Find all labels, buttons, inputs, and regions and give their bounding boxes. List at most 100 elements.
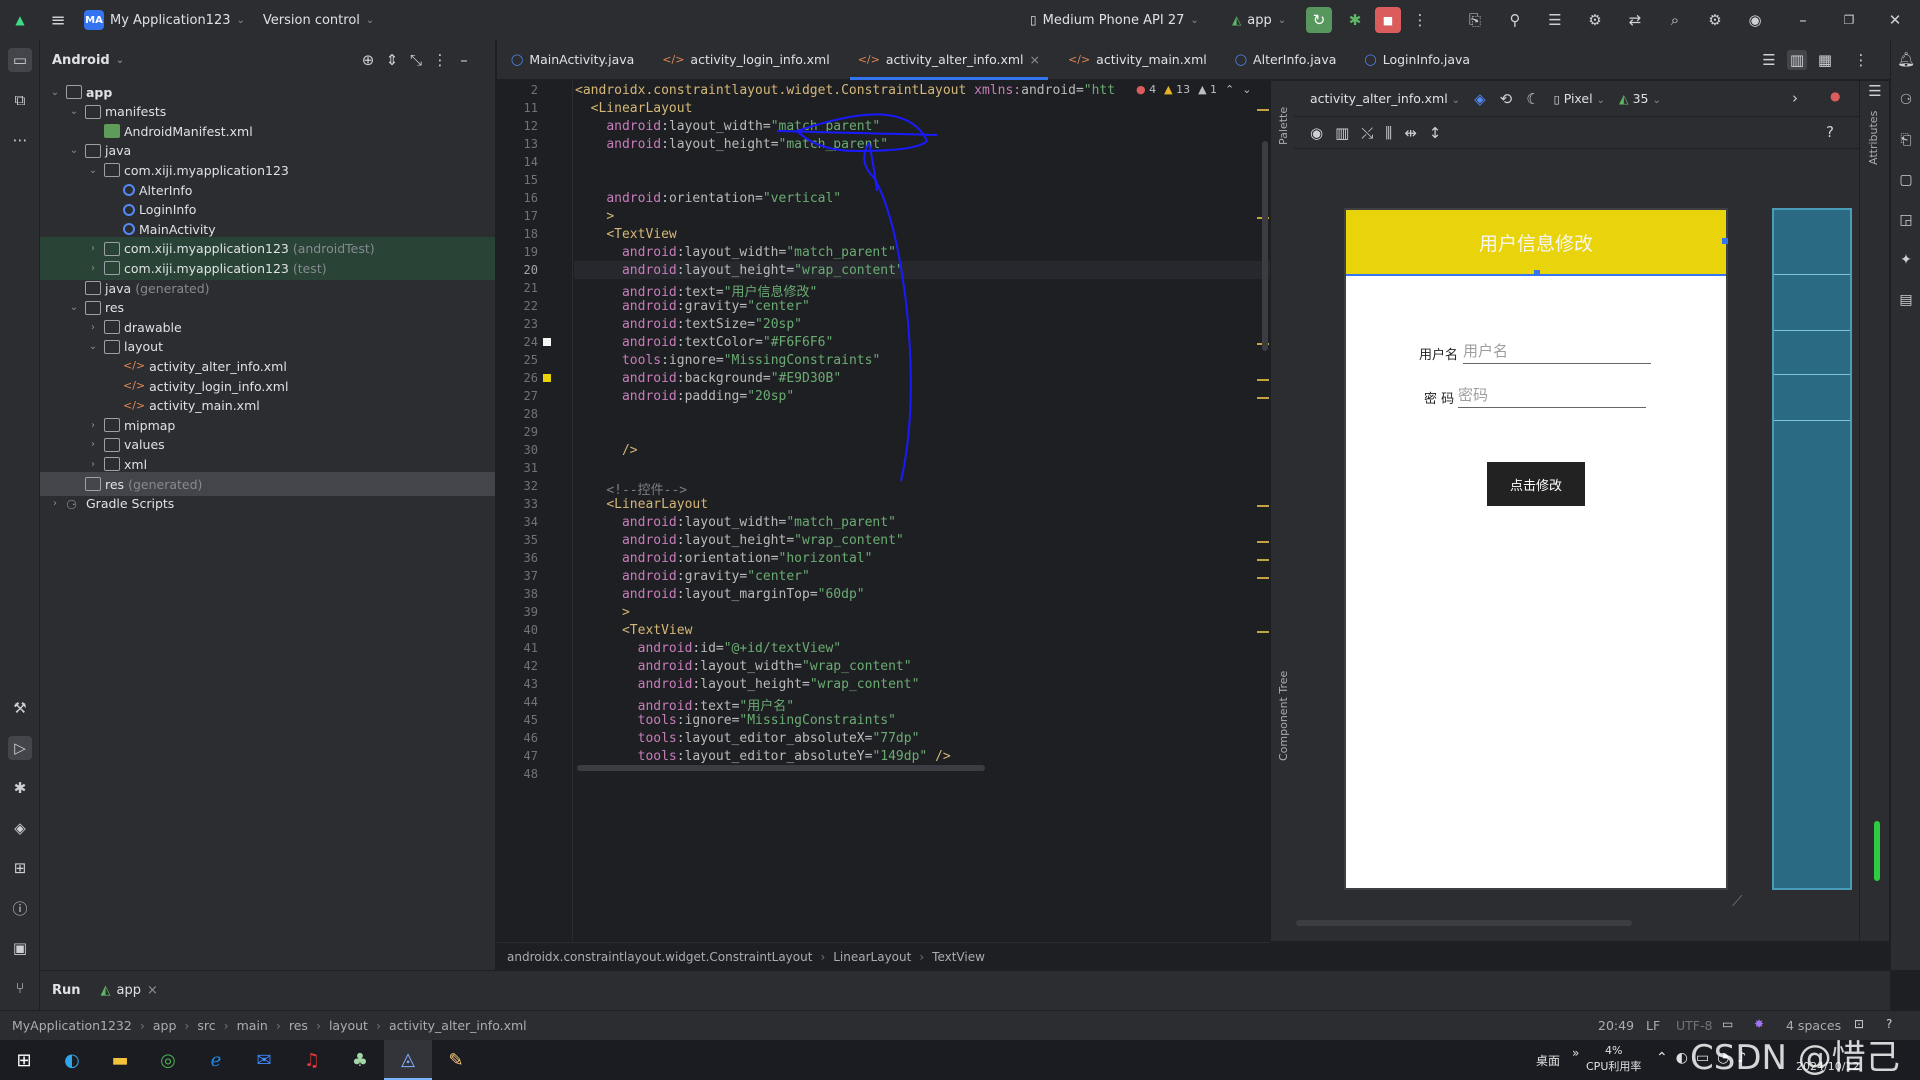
account-icon[interactable]: ◉: [1742, 7, 1768, 33]
code-line[interactable]: android:text="用户名": [575, 695, 794, 714]
hide-panel-icon[interactable]: –: [454, 50, 474, 70]
gear-icon[interactable]: ⚙: [1702, 7, 1728, 33]
build-icon[interactable]: ⚒: [8, 696, 32, 720]
run-tool-icon[interactable]: ▷: [8, 736, 32, 760]
windows-start-icon[interactable]: ⊞: [0, 1040, 48, 1080]
chevron-down-icon[interactable]: ⌄: [86, 341, 100, 352]
editor-tab[interactable]: ◯ LoginInfo.java: [1350, 40, 1484, 80]
stop-icon[interactable]: ■: [1375, 7, 1401, 33]
preview-header[interactable]: 用户信息修改: [1346, 210, 1726, 276]
code-editor[interactable]: 2 11 12 13 14 15 16 17 18 19 20 21 22 23 24 25 26 27 28 29 3…: [497, 81, 1270, 941]
component-tree-tab[interactable]: Component Tree: [1277, 671, 1290, 761]
restore-icon[interactable]: ❐: [1836, 7, 1862, 33]
chevron-right-icon[interactable]: ›: [86, 243, 100, 254]
chrome-icon[interactable]: ◎: [144, 1040, 192, 1080]
orientation-icon[interactable]: ⟲: [1500, 90, 1513, 108]
selection-handle[interactable]: [1722, 238, 1728, 244]
locate-icon[interactable]: ⊕: [358, 50, 378, 70]
sdk-icon[interactable]: ⚙: [1582, 7, 1608, 33]
device-explorer-icon[interactable]: ⎗: [1896, 130, 1916, 150]
ai-assistant-icon[interactable]: ✸: [1754, 1017, 1764, 1031]
code-line[interactable]: android:gravity="center": [575, 569, 810, 584]
desktop-label[interactable]: 桌面: [1536, 1052, 1560, 1069]
layout-inspector-icon[interactable]: ▤: [1896, 290, 1916, 310]
ie-icon[interactable]: ℯ: [192, 1040, 240, 1080]
design-canvas[interactable]: 用户信息修改 用户名 用户名 密 码 密码 点击修改 ⟋: [1294, 150, 1859, 941]
path-segment[interactable]: MyApplication1232: [12, 1018, 132, 1033]
breadcrumb-item[interactable]: LinearLayout: [833, 950, 911, 964]
chevron-right-icon[interactable]: ›: [48, 498, 62, 509]
music-icon[interactable]: ♫: [288, 1040, 336, 1080]
lock-icon[interactable]: ⊡: [1854, 1017, 1864, 1031]
search-icon[interactable]: ⌕: [1662, 7, 1688, 33]
design-view-icon[interactable]: ▦: [1815, 50, 1835, 70]
chevron-right-icon[interactable]: ›: [86, 420, 100, 431]
breadcrumb-item[interactable]: TextView: [932, 950, 985, 964]
recent-files-icon[interactable]: ☰: [1759, 50, 1779, 70]
attributes-icon[interactable]: ☰: [1865, 81, 1885, 101]
terminal-icon[interactable]: ▣: [8, 936, 32, 960]
layout-file-selector[interactable]: activity_alter_info.xml ⌄: [1310, 91, 1460, 106]
code-line[interactable]: tools:ignore="MissingConstraints": [575, 713, 896, 728]
split-view-icon[interactable]: ▥: [1787, 50, 1807, 70]
breadcrumb-item[interactable]: androidx.constraintlayout.widget.Constra…: [507, 950, 812, 964]
preview-username-input[interactable]: 用户名: [1463, 340, 1651, 364]
code-line[interactable]: >: [575, 605, 630, 620]
options-icon[interactable]: ⋮: [430, 50, 450, 70]
run-config-selector[interactable]: ◭ app ⌄: [1232, 13, 1286, 28]
run-tab-label[interactable]: Run: [52, 983, 81, 998]
blueprint-preview[interactable]: [1772, 208, 1852, 890]
close-icon[interactable]: ×: [1030, 52, 1040, 67]
running-devices-icon[interactable]: ▢: [1896, 170, 1916, 190]
line-separator[interactable]: LF: [1646, 1018, 1660, 1033]
debug-tool-icon[interactable]: ✱: [8, 776, 32, 800]
chevron-down-icon[interactable]: ⌄: [67, 106, 81, 117]
blueprint-toggle-icon[interactable]: ▥: [1335, 124, 1349, 142]
horizontal-scrollbar[interactable]: [577, 765, 985, 771]
night-mode-icon[interactable]: ☾: [1526, 90, 1539, 108]
game-icon[interactable]: ♣: [336, 1040, 384, 1080]
code-line[interactable]: android:id="@+id/textView": [575, 641, 842, 656]
preview-modify-button[interactable]: 点击修改: [1487, 462, 1585, 506]
expand-all-icon[interactable]: ⇕: [382, 50, 402, 70]
android-studio-icon[interactable]: ◬: [384, 1040, 432, 1080]
code-line[interactable]: android:layout_marginTop="60dp": [575, 587, 865, 602]
path-segment[interactable]: res: [289, 1018, 308, 1033]
vcs-selector[interactable]: Version control ⌄: [263, 13, 374, 28]
device-selector[interactable]: ▯ Medium Phone API 27 ⌄: [1030, 13, 1199, 28]
path-segment[interactable]: main: [237, 1018, 268, 1033]
tab-options-icon[interactable]: ⋮: [1851, 50, 1871, 70]
edge-icon[interactable]: ◐: [48, 1040, 96, 1080]
editor-tab[interactable]: </> activity_alter_info.xml ×: [844, 40, 1054, 80]
chevron-right-icon[interactable]: ›: [1792, 89, 1798, 107]
git-icon[interactable]: ⑂: [8, 976, 32, 1000]
device-preview-selector[interactable]: ▯ Pixel ⌄: [1554, 91, 1605, 106]
chevron-down-icon[interactable]: ⌄: [86, 165, 100, 176]
logcat-icon[interactable]: ☰: [1542, 7, 1568, 33]
chevron-down-icon[interactable]: ⌄: [67, 145, 81, 156]
problems-icon[interactable]: ⓘ: [8, 896, 32, 920]
path-segment[interactable]: activity_alter_info.xml: [389, 1018, 527, 1033]
rerun-icon[interactable]: ↻: [1306, 7, 1332, 33]
editor-tab[interactable]: ◯ MainActivity.java: [497, 40, 648, 80]
chevron-down-icon[interactable]: ⌄: [48, 87, 62, 98]
chevron-right-icon[interactable]: ›: [86, 263, 100, 274]
more-tools-icon[interactable]: ⋯: [8, 128, 32, 152]
gradle-icon[interactable]: ⚆: [1896, 90, 1916, 110]
collapse-all-icon[interactable]: ⤡: [406, 50, 426, 70]
eye-icon[interactable]: ◉: [1310, 124, 1323, 142]
mail-icon[interactable]: ✉: [240, 1040, 288, 1080]
minimize-icon[interactable]: –: [1790, 7, 1816, 33]
preview-password-input[interactable]: 密码: [1458, 384, 1646, 408]
device-mirror-icon[interactable]: ⚲: [1502, 7, 1528, 33]
readonly-icon[interactable]: ▭: [1722, 1017, 1733, 1031]
main-menu-icon[interactable]: ≡: [40, 10, 76, 31]
sync-icon[interactable]: ⇄: [1622, 7, 1648, 33]
path-segment[interactable]: layout: [329, 1018, 368, 1033]
selection-handle[interactable]: [1534, 270, 1540, 276]
editor-tab[interactable]: </> activity_main.xml: [1054, 40, 1221, 80]
warning-marker[interactable]: [1257, 577, 1269, 579]
design-surface-icon[interactable]: ◈: [1474, 90, 1486, 108]
phone-preview[interactable]: 用户信息修改 用户名 用户名 密 码 密码 点击修改: [1344, 208, 1728, 890]
code-line[interactable]: tools:layout_editor_absoluteX="77dp": [575, 731, 920, 746]
